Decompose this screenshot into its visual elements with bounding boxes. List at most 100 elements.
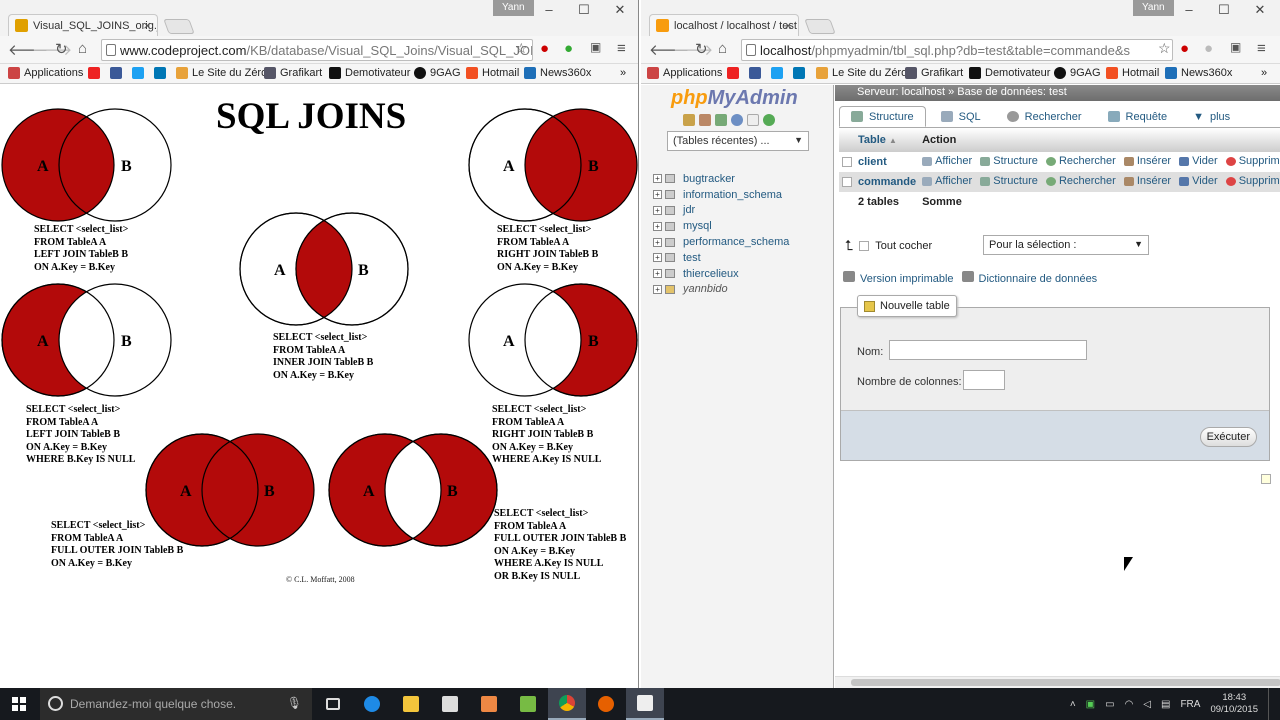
windows-start-icon[interactable] (12, 697, 26, 711)
bookmark-news360x[interactable]: News360x (524, 67, 591, 79)
table-name-input[interactable] (889, 340, 1087, 360)
expand-icon[interactable]: + (653, 284, 662, 294)
bookmark-youtube[interactable] (727, 67, 743, 79)
horizontal-scrollbar[interactable] (835, 676, 1280, 688)
maximize-icon[interactable]: ☐ (570, 2, 598, 18)
column-count-input[interactable] (963, 370, 1005, 390)
bookmark-facebook[interactable] (110, 67, 126, 79)
table-name-link[interactable]: commande (855, 172, 920, 192)
more-bookmarks-icon[interactable]: » (620, 67, 626, 79)
menu-icon[interactable]: ≡ (617, 40, 626, 57)
breadcrumb-server[interactable]: Serveur: localhost (857, 86, 945, 98)
maximize-icon[interactable]: ☐ (1210, 2, 1238, 18)
logout-icon[interactable] (699, 114, 711, 126)
minimize-icon[interactable]: – (1175, 2, 1203, 17)
check-all-checkbox[interactable] (859, 240, 870, 251)
browser-tab[interactable]: Visual_SQL_JOINS_orig.jpg × (8, 14, 158, 36)
tab-more[interactable]: ▼ plus (1182, 106, 1241, 127)
drop-action[interactable]: Supprimer (1225, 175, 1280, 187)
address-bar[interactable]: www.codeproject.com/KB/database/Visual_S… (101, 39, 533, 61)
file-explorer-icon[interactable] (392, 688, 430, 720)
extension-icon[interactable]: ● (1204, 40, 1213, 57)
clock[interactable]: 18:43 09/10/2015 (1210, 692, 1258, 716)
profile-badge[interactable]: Yann (1133, 0, 1174, 16)
bookmark-9gag[interactable]: 9GAG (1054, 67, 1101, 79)
bookmark-star-icon[interactable]: ☆ (1158, 40, 1171, 57)
expand-icon[interactable]: + (653, 237, 662, 247)
with-selected-select[interactable]: Pour la sélection : ▼ (983, 235, 1149, 255)
data-dictionary-link[interactable]: Dictionnaire de données (961, 271, 1097, 285)
expand-icon[interactable]: + (653, 221, 662, 231)
new-tab-button[interactable] (804, 19, 836, 34)
table-name-link[interactable]: client (855, 152, 920, 172)
database-item[interactable]: + bugtracker (653, 171, 789, 187)
tray-app-icon[interactable]: ▣ (1086, 699, 1095, 710)
database-name[interactable]: jdr (683, 204, 695, 216)
bookmark-demotivateur[interactable]: Demotivateur (329, 67, 410, 79)
insert-action[interactable]: Insérer (1123, 155, 1171, 167)
database-item[interactable]: + yannbido (653, 282, 789, 298)
drop-action[interactable]: Supprimer (1225, 155, 1280, 167)
database-item[interactable]: + information_schema (653, 187, 789, 203)
bookmark-demotivateur[interactable]: Demotivateur (969, 67, 1050, 79)
expand-icon[interactable]: + (653, 205, 662, 215)
database-name[interactable]: thiercelieux (683, 268, 739, 280)
reload-icon[interactable]: ↻ (695, 40, 708, 58)
extension-puzzle-icon[interactable]: ▣ (590, 40, 601, 54)
query-window-icon[interactable] (715, 114, 727, 126)
expand-icon[interactable]: + (653, 253, 662, 263)
bookmark-applications[interactable]: Applications (647, 67, 722, 79)
database-name[interactable]: test (683, 252, 701, 264)
column-header-table[interactable]: Table ▲ (855, 128, 920, 152)
bookmark-applications[interactable]: Applications (8, 67, 83, 79)
scrollbar-thumb[interactable] (851, 679, 1280, 686)
volume-icon[interactable]: ◁ (1143, 699, 1151, 710)
close-window-icon[interactable]: ✕ (1246, 2, 1274, 18)
bookmark-news360x[interactable]: News360x (1165, 67, 1232, 79)
tab-query[interactable]: Requête (1097, 106, 1179, 127)
extension-puzzle-icon[interactable]: ▣ (1230, 40, 1241, 54)
bookmark-site-du-zero[interactable]: Le Site du Zéro (816, 67, 907, 79)
database-item[interactable]: + mysql (653, 218, 789, 234)
database-name[interactable]: bugtracker (683, 173, 735, 185)
search-action[interactable]: Rechercher (1045, 175, 1116, 187)
bookmark-9gag[interactable]: 9GAG (414, 67, 461, 79)
check-all-label[interactable]: Tout cocher (875, 240, 932, 252)
database-name[interactable]: performance_schema (683, 236, 789, 248)
row-checkbox[interactable] (842, 177, 852, 188)
console-toggle-icon[interactable] (1261, 474, 1271, 484)
close-tab-icon[interactable]: × (784, 18, 792, 33)
database-name[interactable]: yannbido (683, 283, 728, 295)
bookmark-hotmail[interactable]: Hotmail (1106, 67, 1159, 79)
bookmark-site-du-zero[interactable]: Le Site du Zéro (176, 67, 267, 79)
insert-action[interactable]: Insérer (1123, 175, 1171, 187)
expand-icon[interactable]: + (653, 190, 662, 200)
close-tab-icon[interactable]: × (143, 18, 151, 33)
extension-icon[interactable]: ● (564, 40, 573, 57)
database-item[interactable]: + performance_schema (653, 234, 789, 250)
expand-icon[interactable]: + (653, 174, 662, 184)
print-view-link[interactable]: Version imprimable (843, 271, 954, 285)
database-item[interactable]: + test (653, 250, 789, 266)
structure-action[interactable]: Structure (980, 175, 1038, 187)
edge-icon[interactable] (353, 688, 391, 720)
bookmark-grafikart[interactable]: Grafikart (905, 67, 963, 79)
reload-icon[interactable]: ↻ (55, 40, 68, 58)
phpmyadmin-logo[interactable]: phpMyAdmin (671, 87, 798, 110)
bookmark-linkedin[interactable] (793, 67, 809, 79)
app-icon[interactable] (470, 688, 508, 720)
wifi-icon[interactable]: ◠ (1125, 699, 1134, 710)
language-indicator[interactable]: FRA (1180, 699, 1200, 710)
notification-icon[interactable]: ▤ (1161, 699, 1170, 710)
bookmark-facebook[interactable] (749, 67, 765, 79)
tab-search[interactable]: Rechercher (996, 106, 1093, 127)
bookmark-twitter[interactable] (132, 67, 148, 79)
adblock-icon[interactable]: ● (1180, 40, 1189, 57)
chrome-icon[interactable] (548, 688, 586, 720)
expand-icon[interactable]: + (653, 269, 662, 279)
home-icon[interactable] (683, 114, 695, 126)
row-checkbox[interactable] (842, 157, 852, 168)
notepadpp-icon[interactable] (509, 688, 547, 720)
address-bar[interactable]: localhost/phpmyadmin/tbl_sql.php?db=test… (741, 39, 1173, 61)
show-desktop-button[interactable] (1268, 688, 1272, 720)
